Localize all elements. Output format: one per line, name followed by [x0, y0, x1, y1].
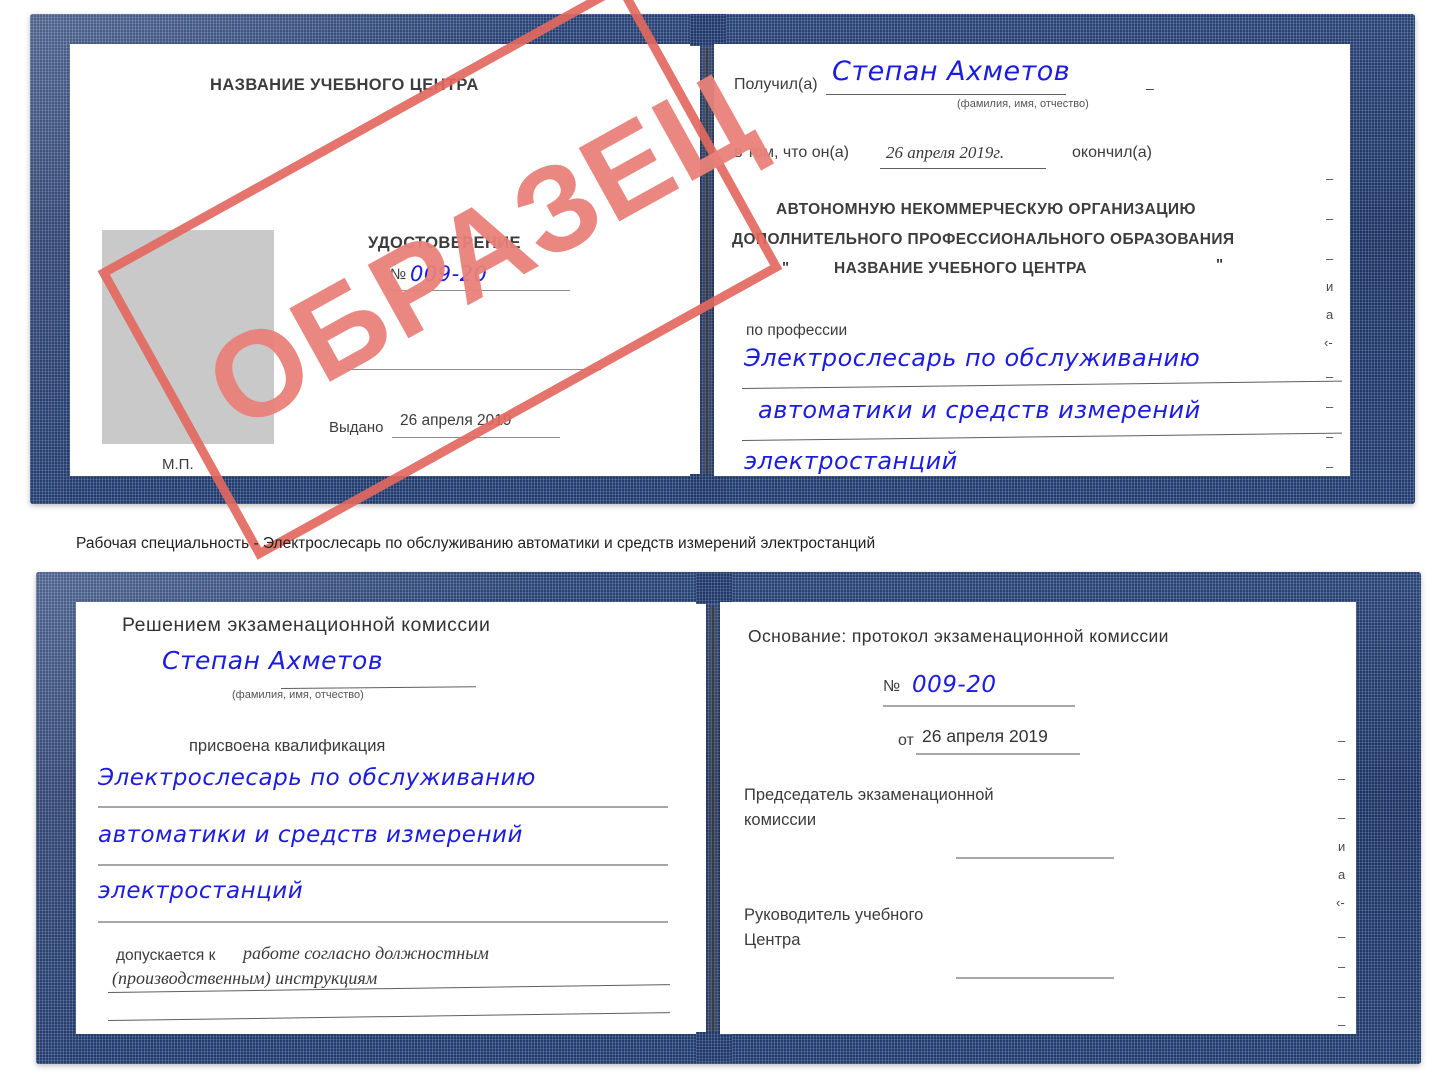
doc2-spine-tab-bottom — [696, 1032, 732, 1062]
doc1-left-page: НАЗВАНИЕ УЧЕБНОГО ЦЕНТРА УДОСТОВЕРЕНИЕ №… — [70, 44, 700, 476]
doc2-margin-glyph-4: а — [1338, 867, 1346, 882]
doc1-margin-glyph-3: и — [1326, 279, 1334, 294]
doc1-photo-placeholder — [102, 230, 274, 444]
doc1-doc-type: УДОСТОВЕРЕНИЕ — [368, 234, 521, 252]
doc2-fio-hint: (фамилия, имя, отчество) — [232, 689, 364, 701]
doc2-allowed-rule2 — [107, 1012, 670, 1021]
doc1-spine — [700, 48, 714, 476]
doc2-margin-glyph-9: – — [1338, 1017, 1346, 1032]
doc1-spine-tab-top — [690, 14, 726, 46]
doc2-number-rule — [883, 705, 1075, 707]
doc2-number-label: № — [883, 678, 901, 695]
doc1-margin-glyph-8: – — [1326, 429, 1334, 444]
doc1-seal-label: М.П. — [162, 456, 194, 473]
doc2-margin-glyph-1: – — [1338, 771, 1346, 786]
doc1-blank-rule-1 — [346, 369, 601, 370]
doc1-dash-after-name: – — [1146, 80, 1154, 96]
doc1-number-value: 009-20 — [410, 262, 488, 286]
doc2-qualification-line3: электростанций — [98, 878, 304, 904]
doc1-issued-rule — [392, 437, 560, 438]
doc1-profession-label: по профессии — [746, 322, 848, 339]
doc1-margin-glyph-4: а — [1326, 307, 1334, 322]
doc1-margin-glyph-5: ‹- — [1324, 335, 1333, 350]
doc2-spine-tab-top — [696, 572, 732, 604]
doc2-margin-glyph-7: – — [1338, 959, 1346, 974]
doc2-margin-glyph-8: – — [1338, 989, 1346, 1004]
doc2-date-rule — [916, 753, 1080, 755]
doc1-margin-glyph-2: – — [1326, 251, 1334, 266]
doc2-right-page: Основание: протокол экзаменационной коми… — [720, 602, 1356, 1034]
doc1-org-quote-close: " — [1216, 256, 1224, 273]
doc2-allowed-label: допускается к — [116, 947, 216, 964]
doc1-margin-glyph-0: – — [1326, 171, 1334, 186]
doc2-left-page: Решением экзаменационной комиссии Степан… — [76, 602, 706, 1034]
doc2-margin-glyph-2: – — [1338, 810, 1346, 825]
doc2-margin-glyph-0: – — [1338, 733, 1346, 748]
doc2-date-value: 26 апреля 2019 — [922, 726, 1048, 746]
doc2-qualification-line2: автоматики и средств измерений — [98, 822, 523, 848]
doc1-org-line2: ДОПОЛНИТЕЛЬНОГО ПРОФЕССИОНАЛЬНОГО ОБРАЗО… — [732, 231, 1235, 248]
doc2-chairman-line1: Председатель экзаменационной — [744, 786, 994, 804]
doc1-finished-label: окончил(а) — [1072, 144, 1152, 161]
doc2-allowed-value-line2: (производственным) инструкциям — [112, 968, 378, 988]
doc1-received-value: Степан Ахметов — [832, 56, 1071, 87]
doc2-allowed-value-line1: работе согласно должностным — [243, 943, 489, 963]
doc2-name-value: Степан Ахметов — [162, 646, 384, 675]
doc1-org-quote-open: " — [782, 259, 790, 276]
doc1-profession-line2: автоматики и средств измерений — [758, 396, 1201, 424]
doc2-qualification-rule1 — [98, 806, 668, 808]
doc1-margin-glyph-1: – — [1326, 211, 1334, 226]
doc2-heading: Решением экзаменационной комиссии — [122, 614, 491, 636]
doc1-org-line3: НАЗВАНИЕ УЧЕБНОГО ЦЕНТРА — [834, 260, 1087, 277]
doc2-margin-glyph-5: ‹- — [1336, 895, 1345, 910]
doc2-spine — [706, 606, 720, 1034]
doc2-qualification-line1: Электрослесарь по обслуживанию — [98, 765, 536, 791]
doc1-margin-glyph-9: – — [1326, 459, 1334, 474]
image-caption: Рабочая специальность - Электрослесарь п… — [76, 535, 876, 552]
doc1-profession-line1: Электрослесарь по обслуживанию — [744, 344, 1201, 372]
doc1-margin-glyph-7: – — [1326, 399, 1334, 414]
doc1-issued-label: Выдано — [329, 419, 384, 436]
doc1-fio-hint: (фамилия, имя, отчество) — [957, 98, 1089, 110]
doc2-head-line1: Руководитель учебного — [744, 906, 924, 924]
doc1-received-label: Получил(а) — [734, 76, 818, 93]
doc2-margin-glyph-3: и — [1338, 839, 1346, 854]
doc2-margin-glyph-6: – — [1338, 929, 1346, 944]
doc1-that-he-rule — [880, 168, 1046, 169]
doc2-head-line2: Центра — [744, 931, 801, 949]
doc2-qualification-rule3 — [98, 921, 668, 923]
doc1-number-label: № — [390, 266, 407, 283]
doc1-profession-rule1 — [741, 380, 1342, 389]
doc1-that-he-value: 26 апреля 2019г. — [886, 143, 1005, 162]
doc1-profession-line3: электростанций — [744, 447, 958, 475]
doc1-right-page: Получил(а) Степан Ахметов (фамилия, имя,… — [714, 44, 1350, 476]
doc1-profession-rule2 — [741, 432, 1342, 441]
doc2-number-value: 009-20 — [912, 672, 997, 698]
doc1-margin-glyph-6: – — [1326, 369, 1334, 384]
doc1-number-rule — [390, 290, 570, 291]
doc2-date-label: от — [898, 732, 914, 749]
doc2-qualification-rule2 — [98, 864, 668, 866]
doc2-head-sign-rule — [956, 977, 1114, 979]
doc2-qualification-label: присвоена квалификация — [189, 737, 386, 755]
doc2-chairman-sign-rule — [956, 857, 1114, 859]
doc2-basis-label: Основание: протокол экзаменационной коми… — [748, 626, 1169, 646]
doc1-spine-tab-bottom — [690, 474, 726, 504]
doc1-that-he-label: в том, что он(а) — [734, 144, 849, 161]
doc2-chairman-line2: комиссии — [744, 811, 817, 829]
doc1-received-rule — [826, 94, 1066, 95]
doc1-org-line1: АВТОНОМНУЮ НЕКОММЕРЧЕСКУЮ ОРГАНИЗАЦИЮ — [776, 201, 1196, 218]
doc1-issued-value: 26 апреля 2019 — [400, 412, 512, 429]
doc1-org-title: НАЗВАНИЕ УЧЕБНОГО ЦЕНТРА — [210, 76, 479, 94]
